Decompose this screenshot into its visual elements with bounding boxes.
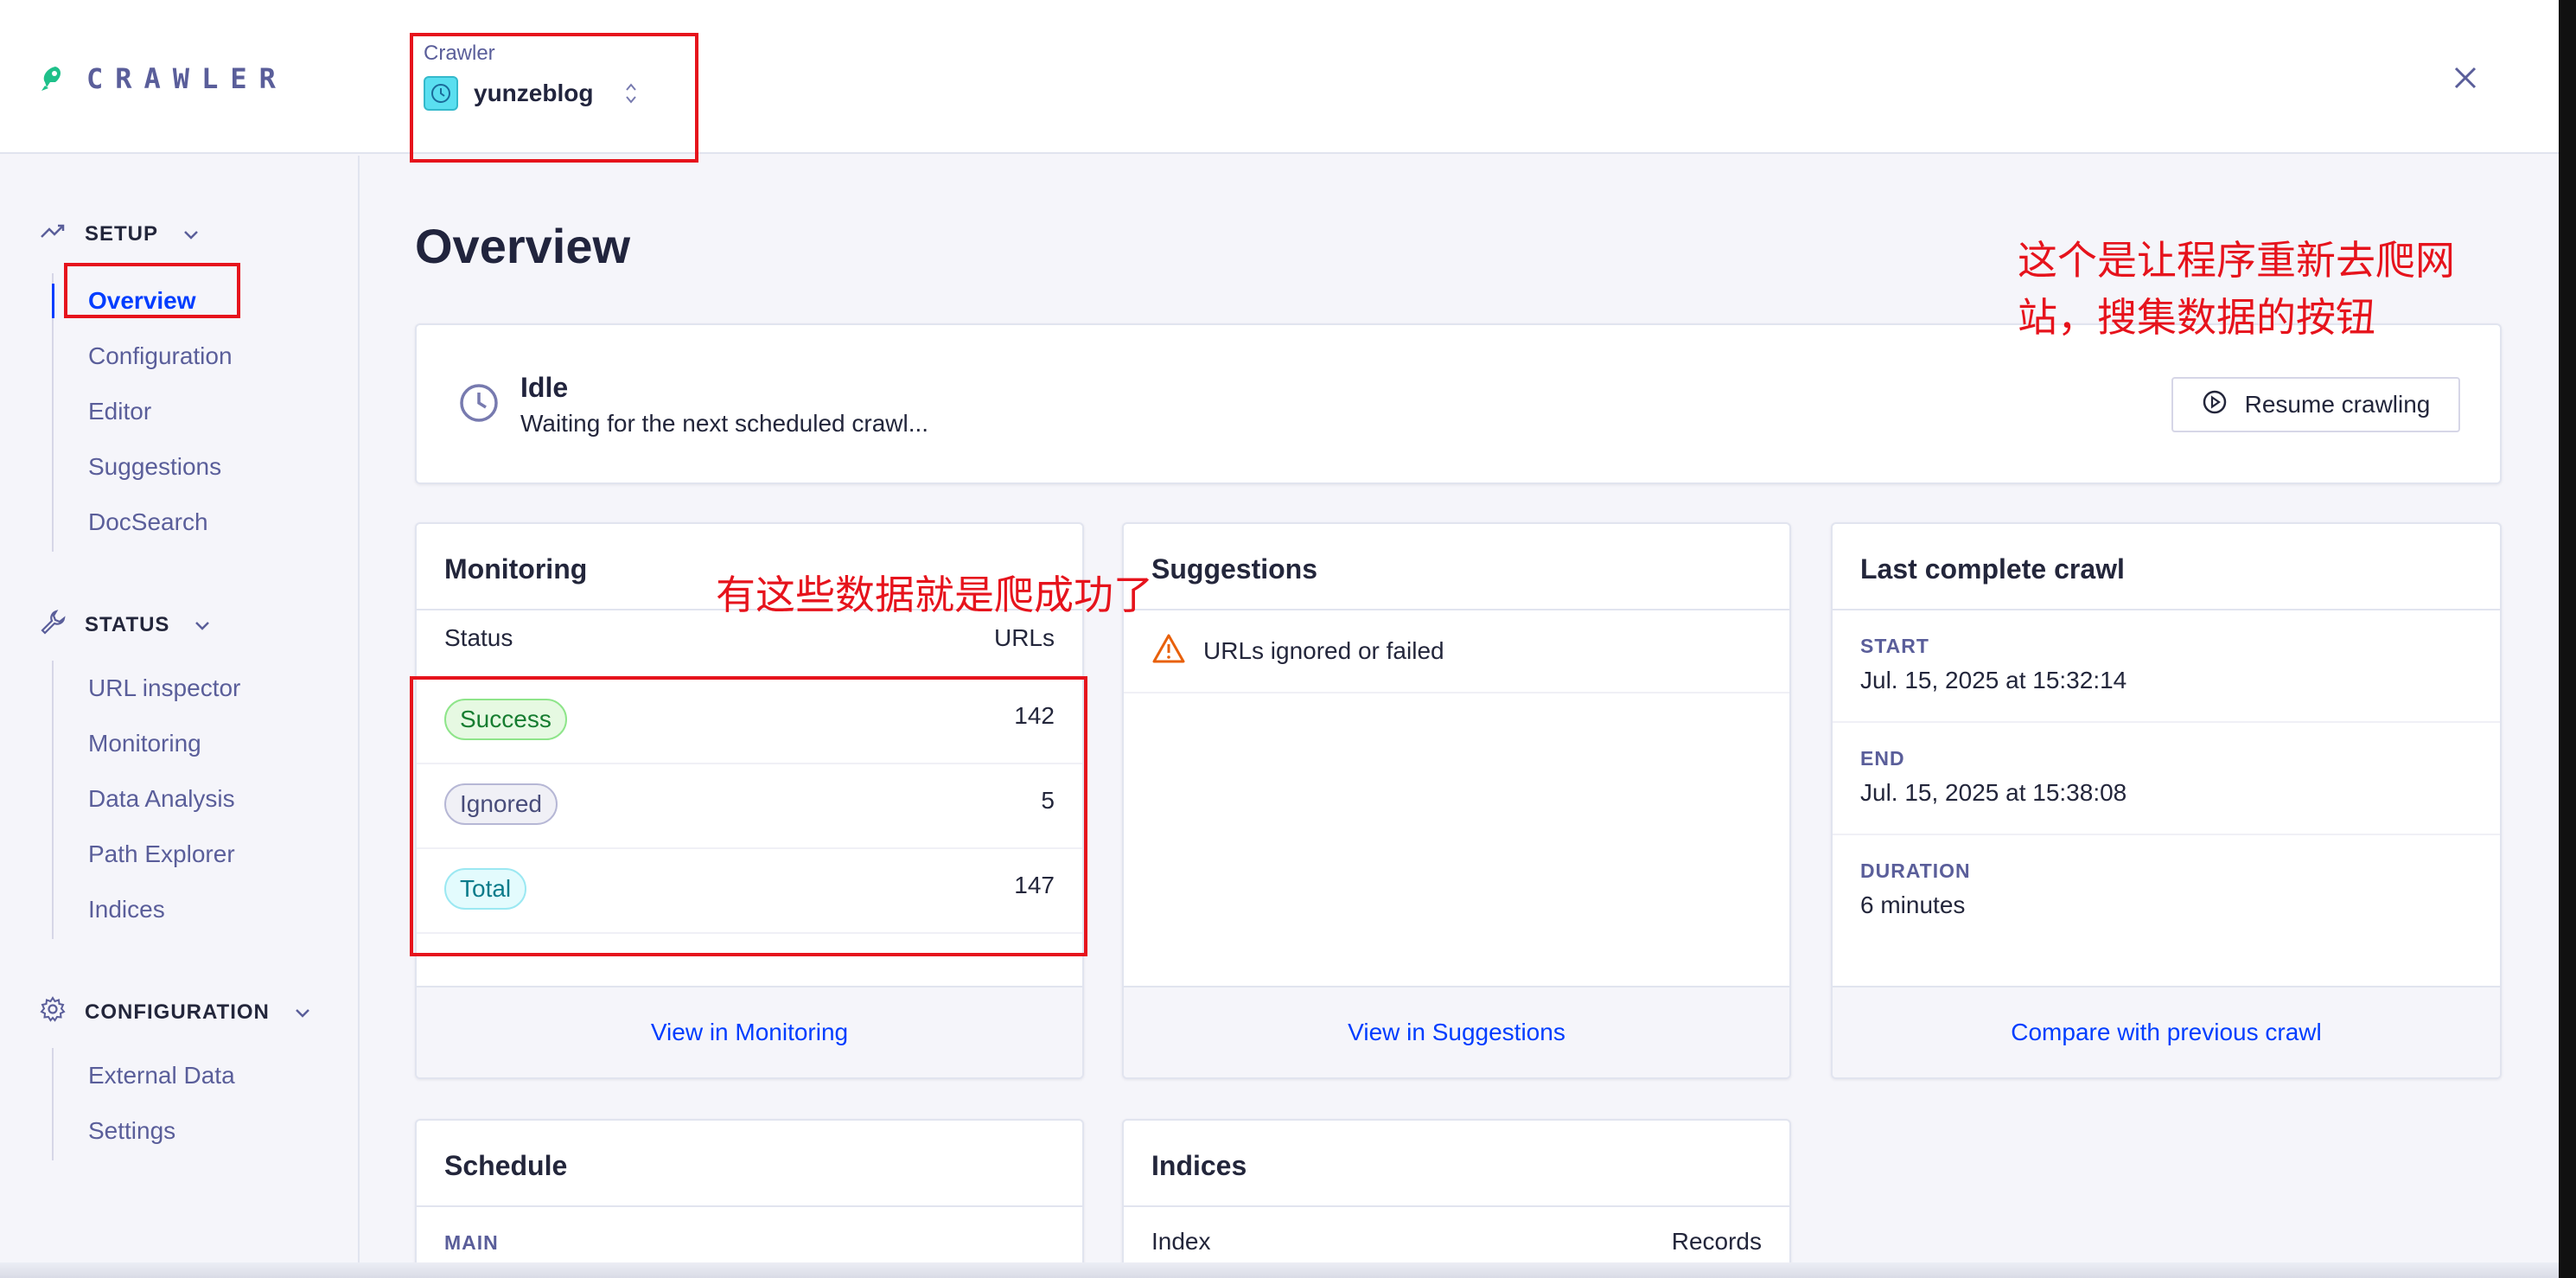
resume-annotation-line1: 这个是让程序重新去爬网: [2018, 238, 2455, 283]
divider: [1124, 1205, 1789, 1207]
chevron-down-icon: [194, 613, 211, 637]
end-value: Jul. 15, 2025 at 15:38:08: [1860, 779, 2127, 806]
schedule-main-label: MAIN: [444, 1231, 499, 1254]
clock-icon: [458, 382, 500, 428]
divider: [417, 1205, 1082, 1207]
sidebar: SETUP Overview Configuration Editor Sugg…: [0, 156, 360, 1278]
close-icon: [2453, 66, 2477, 94]
crawler-status-subtitle: Waiting for the next scheduled crawl...: [520, 410, 929, 437]
sidebar-item-docsearch[interactable]: DocSearch: [54, 495, 233, 550]
sidebar-item-configuration[interactable]: Configuration: [54, 329, 233, 384]
logo-text: CRAWLER: [86, 62, 288, 95]
sidebar-item-path-explorer[interactable]: Path Explorer: [54, 827, 240, 882]
trend-icon: [40, 221, 66, 246]
divider: [1833, 834, 2500, 835]
crawl-duration: DURATION 6 minutes: [1860, 859, 2472, 919]
suggestion-item-label: URLs ignored or failed: [1203, 637, 1444, 664]
section-configuration[interactable]: CONFIGURATION: [40, 996, 311, 1028]
duration-value: 6 minutes: [1860, 891, 1966, 918]
gear-icon: [40, 996, 66, 1028]
section-setup-title: SETUP: [85, 221, 159, 246]
schedule-title: Schedule: [444, 1150, 568, 1181]
rocket-icon: [40, 65, 64, 93]
crawler-selector-highlight: [410, 33, 698, 163]
last-crawl-card: Last complete crawl START Jul. 15, 2025 …: [1831, 522, 2502, 1079]
crawler-logo[interactable]: CRAWLER: [40, 62, 288, 95]
indices-table-header: Index Records: [1151, 1228, 1762, 1256]
list-item[interactable]: URLs ignored or failed: [1124, 610, 1789, 693]
divider: [1833, 721, 2500, 723]
suggestions-title: Suggestions: [1151, 553, 1318, 585]
sidebar-item-monitoring[interactable]: Monitoring: [54, 716, 240, 771]
last-crawl-title: Last complete crawl: [1860, 553, 2125, 585]
sidebar-item-indices[interactable]: Indices: [54, 882, 240, 937]
sidebar-item-suggestions[interactable]: Suggestions: [54, 439, 233, 495]
section-setup[interactable]: SETUP: [40, 221, 200, 246]
crawl-end: END Jul. 15, 2025 at 15:38:08: [1860, 747, 2472, 807]
sidebar-item-editor[interactable]: Editor: [54, 384, 233, 439]
crawler-status-card: Idle Waiting for the next scheduled craw…: [415, 323, 2502, 484]
indices-title: Indices: [1151, 1150, 1247, 1181]
col-urls: URLs: [993, 624, 1055, 651]
compare-previous-crawl-link[interactable]: Compare with previous crawl: [1833, 986, 2500, 1077]
monitoring-table-header: Status URLs: [444, 624, 1055, 652]
window-edge: [2559, 0, 2576, 1278]
warning-icon: [1151, 633, 1186, 670]
bottom-edge: [0, 1262, 2559, 1278]
sidebar-item-settings[interactable]: Settings: [54, 1103, 235, 1159]
sidebar-item-data-analysis[interactable]: Data Analysis: [54, 771, 240, 827]
col-status: Status: [444, 624, 513, 651]
resume-crawling-button[interactable]: Resume crawling: [2171, 377, 2460, 432]
section-configuration-title: CONFIGURATION: [85, 1000, 270, 1024]
monitoring-data-highlight: [410, 676, 1087, 956]
suggestions-card: Suggestions URLs ignored or failed View …: [1122, 522, 1791, 1079]
schedule-main: MAIN: [444, 1231, 1055, 1255]
top-header: CRAWLER Crawler yunzeblog: [0, 0, 2559, 154]
view-in-suggestions-link[interactable]: View in Suggestions: [1124, 986, 1789, 1077]
wrench-icon: [40, 609, 66, 641]
view-in-monitoring-link[interactable]: View in Monitoring: [417, 986, 1082, 1077]
col-records: Records: [1671, 1228, 1762, 1255]
configuration-nav: External Data Settings: [52, 1048, 235, 1160]
chevron-down-icon: [182, 222, 200, 246]
monitoring-title: Monitoring: [444, 553, 588, 585]
col-index: Index: [1151, 1228, 1211, 1255]
section-status[interactable]: STATUS: [40, 609, 211, 641]
indices-card: Indices Index Records: [1122, 1119, 1791, 1278]
start-label: START: [1860, 635, 1929, 657]
chevron-down-icon: [294, 1000, 311, 1025]
divider: [1833, 609, 2500, 610]
end-label: END: [1860, 747, 1905, 770]
page-title: Overview: [415, 219, 631, 273]
resume-crawling-label: Resume crawling: [2244, 391, 2431, 418]
resume-annotation-line2: 站，搜集数据的按钮: [2018, 295, 2375, 340]
section-status-title: STATUS: [85, 612, 170, 636]
overview-highlight: [64, 263, 240, 318]
resume-annotation: 这个是让程序重新去爬网 站，搜集数据的按钮: [2018, 232, 2455, 346]
close-button[interactable]: [2448, 62, 2483, 97]
play-circle-icon: [2202, 389, 2228, 421]
monitoring-annotation: 有这些数据就是爬成功了: [716, 572, 1153, 617]
sidebar-item-url-inspector[interactable]: URL inspector: [54, 661, 240, 716]
schedule-card: Schedule MAIN: [415, 1119, 1084, 1278]
crawler-status-title: Idle: [520, 372, 569, 403]
crawl-start: START Jul. 15, 2025 at 15:32:14: [1860, 635, 2472, 694]
status-nav: URL inspector Monitoring Data Analysis P…: [52, 661, 240, 939]
sidebar-item-external-data[interactable]: External Data: [54, 1048, 235, 1103]
start-value: Jul. 15, 2025 at 15:32:14: [1860, 667, 2127, 693]
duration-label: DURATION: [1860, 859, 1971, 882]
